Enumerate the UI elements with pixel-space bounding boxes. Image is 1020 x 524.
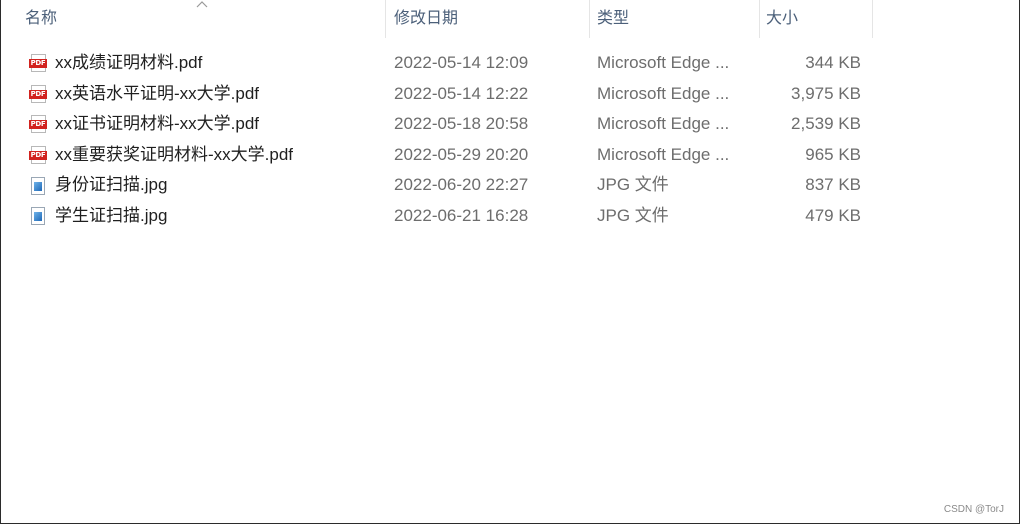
file-name-cell: PDF xx重要获奖证明材料-xx大学.pdf: [29, 140, 293, 171]
column-header-size[interactable]: 大小: [760, 0, 872, 38]
file-type: JPG 文件: [597, 205, 669, 225]
file-type: Microsoft Edge ...: [597, 53, 730, 72]
column-header-name-label: 名称: [25, 10, 58, 27]
file-type: JPG 文件: [597, 175, 669, 195]
file-date: 2022-06-20 22:27: [394, 175, 529, 195]
pdf-file-icon: PDF: [29, 115, 47, 134]
file-date: 2022-05-14 12:22: [394, 83, 529, 103]
column-header-type[interactable]: 类型: [591, 0, 759, 38]
column-header-size-label: 大小: [766, 10, 799, 27]
column-divider[interactable]: [385, 0, 386, 38]
file-size: 344 KB: [805, 53, 861, 72]
pdf-badge: PDF: [29, 59, 47, 69]
file-size: 965 KB: [805, 144, 861, 164]
file-size: 837 KB: [805, 175, 861, 195]
image-file-icon: [29, 207, 47, 226]
pdf-file-icon: PDF: [29, 146, 47, 165]
file-row[interactable]: 身份证扫描.jpg 2022-06-20 22:27 JPG 文件 837 KB: [1, 170, 1019, 201]
file-row[interactable]: 学生证扫描.jpg 2022-06-21 16:28 JPG 文件 479 KB: [1, 201, 1019, 232]
file-type: Microsoft Edge ...: [597, 83, 730, 103]
file-name-cell: 身份证扫描.jpg: [29, 170, 167, 201]
image-file-icon: [29, 176, 47, 195]
file-list: PDF xx成绩证明材料.pdf 2022-05-14 12:09 Micros…: [1, 48, 1019, 232]
chevron-up-icon: [196, 1, 208, 8]
pdf-badge: PDF: [29, 120, 47, 130]
file-type: Microsoft Edge ...: [597, 144, 730, 164]
file-name-cell: 学生证扫描.jpg: [29, 201, 167, 232]
file-date: 2022-05-14 12:09: [394, 53, 529, 72]
file-date: 2022-06-21 16:28: [394, 205, 529, 225]
file-name: 身份证扫描.jpg: [55, 175, 168, 195]
file-row[interactable]: PDF xx英语水平证明-xx大学.pdf 2022-05-14 12:22 M…: [1, 79, 1019, 110]
file-name: xx证书证明材料-xx大学.pdf: [55, 114, 260, 134]
file-name: xx成绩证明材料.pdf: [55, 53, 203, 72]
file-date: 2022-05-29 20:20: [394, 144, 529, 164]
file-name: xx重要获奖证明材料-xx大学.pdf: [55, 144, 294, 164]
column-divider[interactable]: [589, 0, 590, 38]
pdf-badge: PDF: [29, 151, 47, 161]
column-header-date-label: 修改日期: [394, 10, 459, 27]
file-row[interactable]: PDF xx证书证明材料-xx大学.pdf 2022-05-18 20:58 M…: [1, 109, 1019, 140]
file-name-cell: PDF xx成绩证明材料.pdf: [29, 48, 202, 79]
file-row[interactable]: PDF xx重要获奖证明材料-xx大学.pdf 2022-05-29 20:20…: [1, 140, 1019, 171]
file-size: 3,975 KB: [791, 83, 861, 103]
pdf-badge: PDF: [29, 89, 47, 99]
file-date: 2022-05-18 20:58: [394, 114, 529, 134]
file-size: 479 KB: [805, 205, 861, 225]
file-name: xx英语水平证明-xx大学.pdf: [55, 83, 260, 103]
column-header-date[interactable]: 修改日期: [388, 0, 588, 38]
file-name: 学生证扫描.jpg: [55, 205, 168, 225]
file-type: Microsoft Edge ...: [597, 114, 730, 134]
watermark: CSDN @TorJ: [943, 504, 1004, 515]
pdf-file-icon: PDF: [29, 54, 47, 73]
pdf-file-icon: PDF: [29, 84, 47, 103]
column-header-type-label: 类型: [597, 10, 630, 27]
file-size: 2,539 KB: [791, 114, 861, 134]
file-name-cell: PDF xx证书证明材料-xx大学.pdf: [29, 109, 259, 140]
column-header-bar: 名称 修改日期 类型 大小: [1, 0, 1019, 38]
file-row[interactable]: PDF xx成绩证明材料.pdf 2022-05-14 12:09 Micros…: [1, 48, 1019, 79]
column-divider[interactable]: [872, 0, 873, 38]
file-name-cell: PDF xx英语水平证明-xx大学.pdf: [29, 79, 259, 110]
